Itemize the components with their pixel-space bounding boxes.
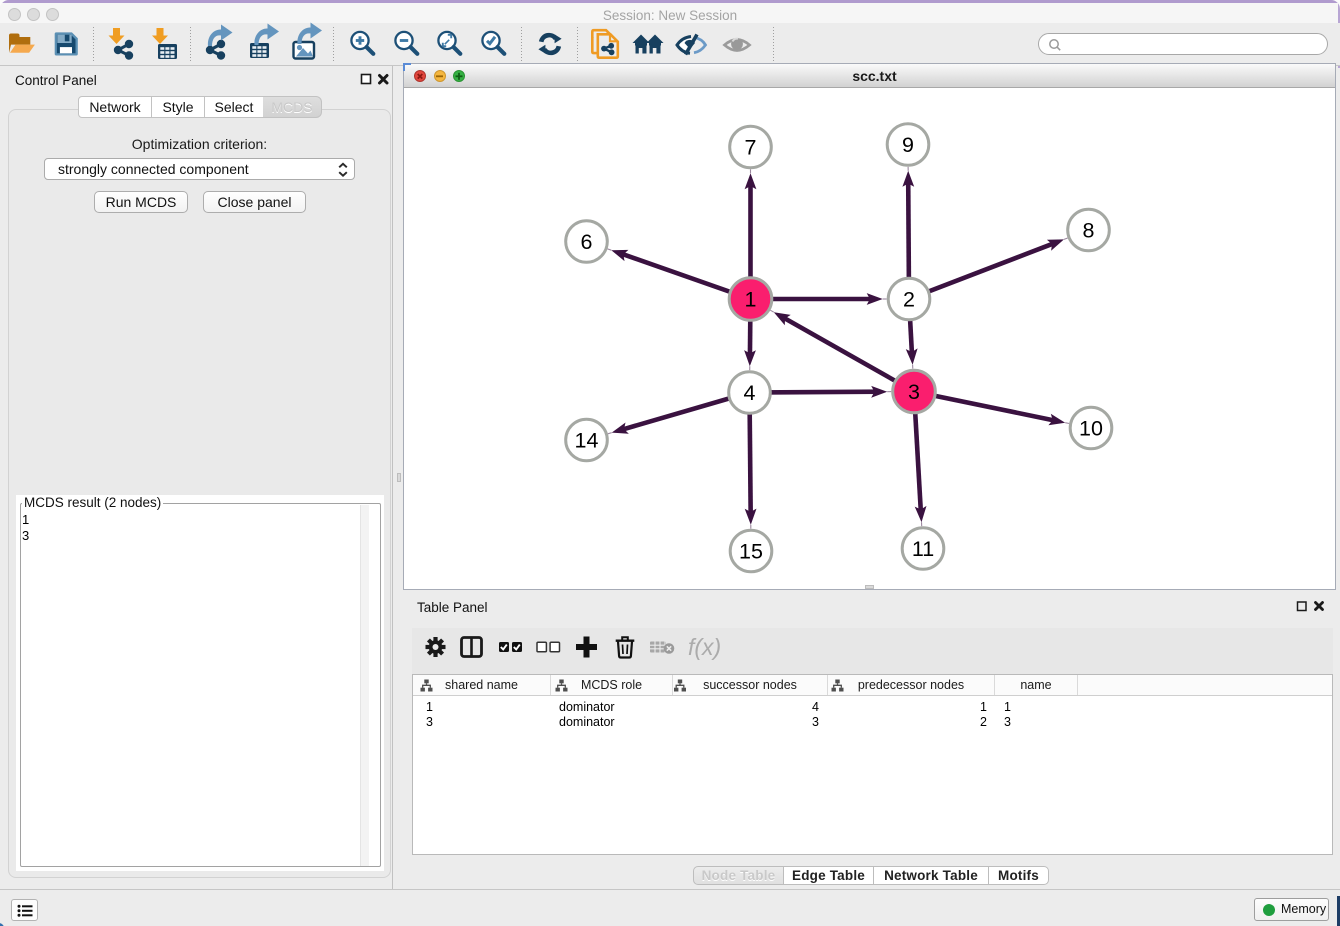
svg-text:1: 1 bbox=[745, 288, 757, 312]
svg-text:7: 7 bbox=[745, 136, 757, 160]
svg-text:10: 10 bbox=[1079, 417, 1103, 441]
svg-text:14: 14 bbox=[575, 429, 599, 453]
svg-text:8: 8 bbox=[1083, 219, 1095, 243]
svg-text:3: 3 bbox=[908, 380, 920, 404]
svg-text:9: 9 bbox=[902, 133, 914, 157]
svg-text:11: 11 bbox=[912, 537, 934, 561]
svg-text:2: 2 bbox=[903, 288, 915, 312]
svg-text:15: 15 bbox=[739, 540, 763, 564]
svg-text:6: 6 bbox=[581, 230, 593, 254]
svg-text:f(x): f(x) bbox=[688, 634, 721, 660]
svg-text:4: 4 bbox=[744, 381, 756, 405]
